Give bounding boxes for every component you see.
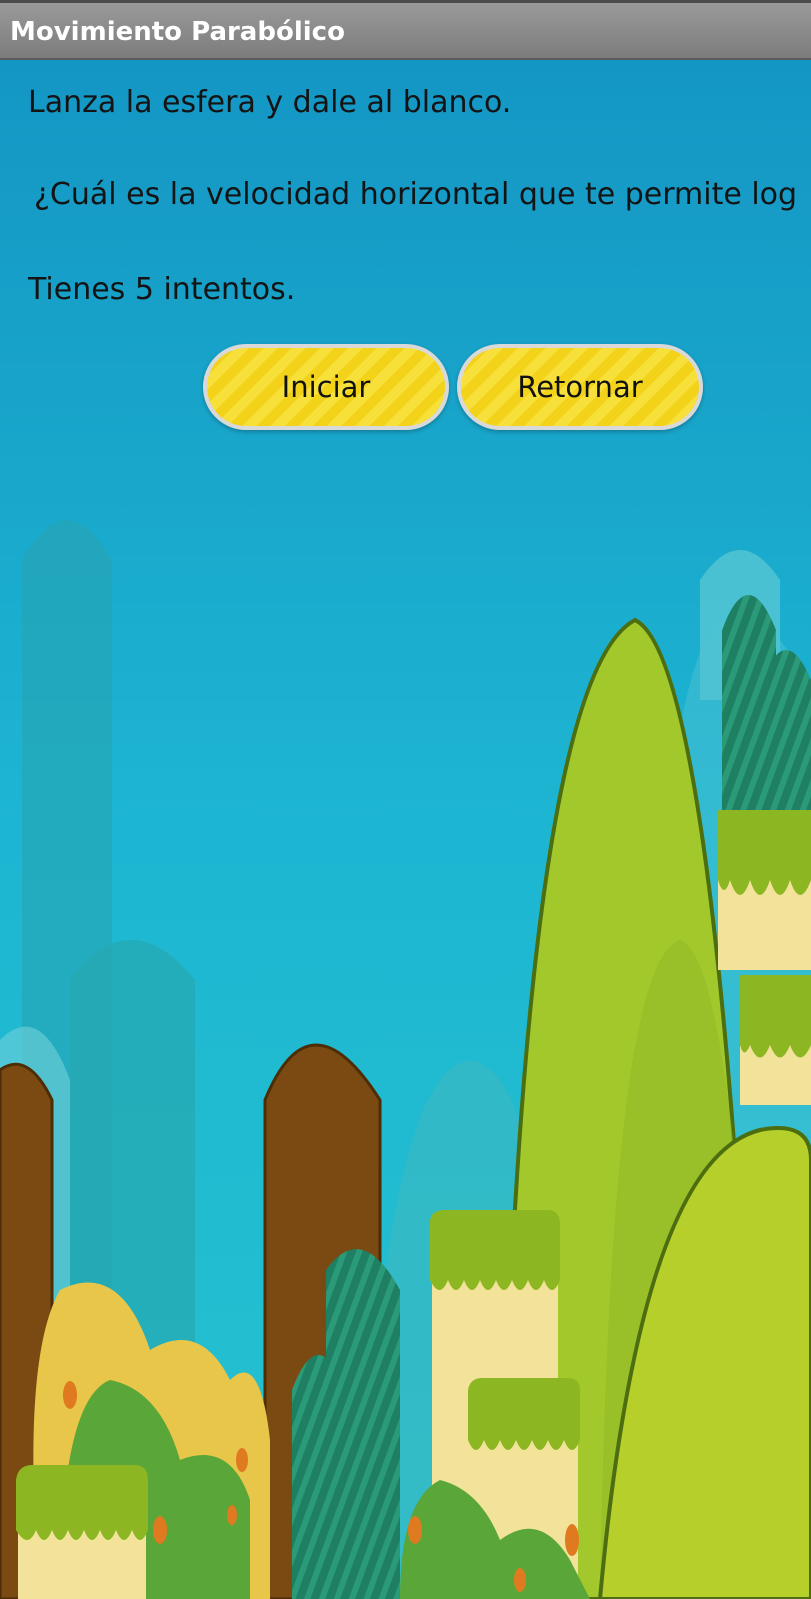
start-button[interactable]: Iniciar: [203, 344, 449, 430]
instruction-line-1: Lanza la esfera y dale al blanco.: [28, 85, 512, 120]
back-button[interactable]: Retornar: [457, 344, 703, 430]
app-title: Movimiento Parabólico: [10, 17, 345, 47]
title-bar: Movimiento Parabólico: [0, 0, 811, 60]
instruction-line-2: ¿Cuál es la velocidad horizontal que te …: [34, 177, 798, 212]
attempts-text: Tienes 5 intentos.: [28, 272, 296, 307]
